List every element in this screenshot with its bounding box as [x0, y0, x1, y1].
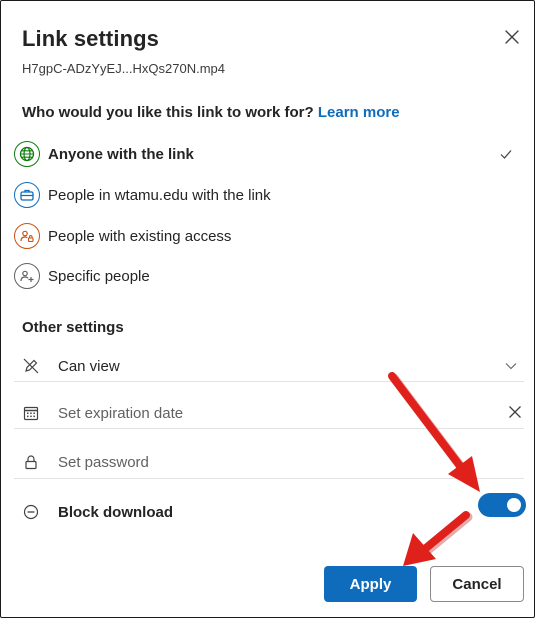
expiration-placeholder: Set expiration date [58, 404, 184, 422]
password-placeholder: Set password [58, 453, 149, 471]
lock-icon [25, 455, 37, 470]
toggle-knob [507, 498, 521, 512]
option-organization-link[interactable]: People in wtamu.edu with the link [14, 179, 524, 211]
calendar-icon [23, 406, 39, 421]
apply-button[interactable]: Apply [324, 566, 417, 602]
people-add-icon [14, 263, 40, 289]
close-button[interactable] [499, 24, 525, 50]
question-text: Who would you like this link to work for… [22, 104, 314, 121]
option-label: Specific people [48, 267, 150, 285]
option-label: People in wtamu.edu with the link [48, 186, 271, 204]
option-existing-access[interactable]: People with existing access [14, 220, 524, 252]
audience-question: Who would you like this link to work for… [22, 104, 400, 121]
people-lock-icon [14, 223, 40, 249]
password-field[interactable]: Set password [14, 447, 524, 477]
divider [14, 428, 524, 429]
pencil-slash-icon [23, 358, 39, 374]
clear-icon[interactable] [508, 405, 522, 419]
close-icon [505, 30, 519, 44]
divider [14, 381, 524, 382]
option-anyone-with-link[interactable]: Anyone with the link [14, 138, 524, 170]
option-label: People with existing access [48, 227, 232, 245]
block-icon [23, 504, 39, 520]
block-download-label: Block download [58, 503, 174, 521]
briefcase-icon [14, 182, 40, 208]
expiration-date-field[interactable]: Set expiration date [14, 398, 524, 428]
block-download-toggle[interactable] [478, 493, 526, 517]
permission-value: Can view [58, 357, 120, 375]
permission-dropdown[interactable]: Can view [14, 350, 524, 382]
other-settings-heading: Other settings [22, 319, 124, 336]
option-label: Anyone with the link [48, 145, 194, 163]
globe-icon [14, 141, 40, 167]
file-name: H7gpC-ADzYyEJ...HxQs270N.mp4 [22, 61, 226, 76]
chevron-down-icon [505, 363, 517, 370]
option-specific-people[interactable]: Specific people [14, 260, 524, 292]
cancel-button[interactable]: Cancel [430, 566, 524, 602]
divider [14, 478, 524, 479]
dialog-title: Link settings [22, 26, 159, 51]
learn-more-link[interactable]: Learn more [318, 104, 400, 121]
checkmark-icon [500, 150, 512, 159]
block-download-row: Block download [14, 497, 524, 527]
